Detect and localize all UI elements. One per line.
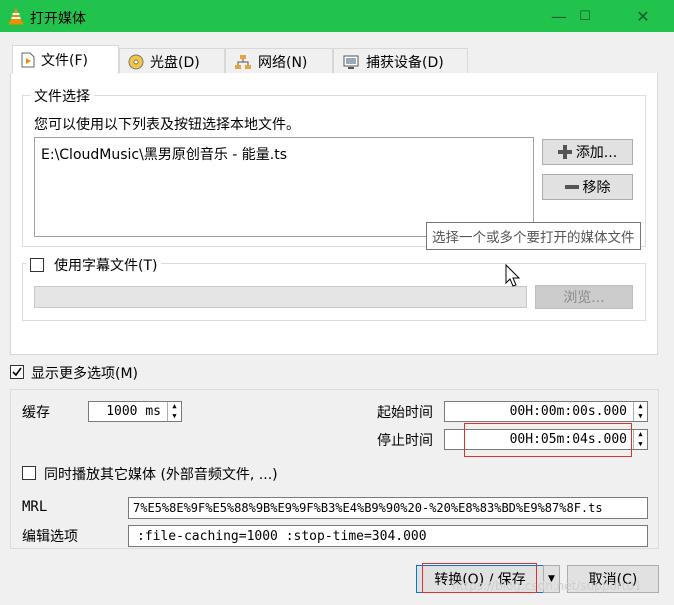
close-button[interactable]: ✕: [620, 0, 666, 32]
mouse-cursor-icon: [505, 264, 521, 287]
tab-capture-device[interactable]: 捕获设备(D): [333, 48, 468, 74]
start-time-value: 00H:00m:00s.000: [509, 404, 627, 419]
spin-down-icon[interactable]: ▼: [634, 440, 647, 450]
stop-time-spin-buttons[interactable]: ▲ ▼: [633, 430, 647, 449]
window-title: 打开媒体: [30, 11, 86, 27]
spin-up-icon[interactable]: ▲: [634, 402, 647, 412]
cache-value: 1000 ms: [106, 404, 161, 419]
spin-down-icon[interactable]: ▼: [634, 412, 647, 422]
tab-network-label: 网络(N): [258, 54, 308, 71]
edit-options-label: 编辑选项: [22, 529, 78, 545]
tab-file[interactable]: 文件(F): [12, 45, 119, 74]
browse-button: 浏览...: [535, 285, 633, 309]
edit-options-field[interactable]: :file-caching=1000 :stop-time=304.000: [128, 525, 648, 547]
file-list-item[interactable]: E:\CloudMusic\黑男原创音乐 - 能量.ts: [41, 144, 527, 164]
file-selection-description: 您可以使用以下列表及按钮选择本地文件。: [34, 117, 300, 133]
vlc-cone-icon: [9, 8, 23, 25]
maximize-button[interactable]: ☐: [562, 0, 608, 32]
use-subtitle-label: 使用字幕文件(T): [54, 258, 158, 274]
minus-icon: [564, 185, 579, 189]
tab-network[interactable]: 网络(N): [225, 48, 333, 74]
tooltip: 选择一个或多个要打开的媒体文件: [426, 222, 641, 250]
start-time-label: 起始时间: [377, 405, 433, 421]
cache-spinbox[interactable]: 1000 ms ▲ ▼: [88, 401, 182, 422]
tab-file-label: 文件(F): [41, 53, 88, 69]
use-subtitle-checkbox[interactable]: [30, 258, 44, 272]
stop-time-spinbox[interactable]: 00H:05m:04s.000 ▲ ▼: [444, 429, 648, 450]
capture-device-icon: [343, 55, 359, 69]
spin-up-icon[interactable]: ▲: [634, 430, 647, 440]
tab-disc[interactable]: 光盘(D): [119, 48, 225, 74]
remove-file-button-label: 移除: [582, 180, 611, 196]
disc-icon: [128, 54, 144, 69]
show-more-options-label: 显示更多选项(M): [31, 366, 139, 382]
watermark: https://blog.csdn.net/support01: [452, 579, 642, 593]
stop-time-label: 停止时间: [377, 433, 433, 449]
mrl-field[interactable]: 7%E5%8E%9F%E5%88%9B%E9%9F%B3%E4%B9%90%20…: [128, 497, 648, 519]
subtitle-legend: 使用字幕文件(T): [26, 255, 162, 275]
spin-down-icon[interactable]: ▼: [168, 412, 181, 422]
show-more-options-checkbox[interactable]: [10, 365, 24, 379]
mrl-label: MRL: [22, 499, 48, 515]
file-icon: [21, 52, 35, 68]
play-other-media-checkbox[interactable]: [22, 466, 36, 480]
plus-icon: [557, 145, 572, 159]
checkmark-icon: [12, 367, 22, 377]
file-selection-legend: 文件选择: [30, 86, 94, 106]
network-icon: [235, 54, 251, 69]
stop-time-value: 00H:05m:04s.000: [509, 432, 627, 447]
remove-file-button[interactable]: 移除: [542, 174, 633, 200]
start-time-spinbox[interactable]: 00H:00m:00s.000 ▲ ▼: [444, 401, 648, 422]
cache-label: 缓存: [22, 405, 50, 421]
tab-capture-device-label: 捕获设备(D): [366, 54, 444, 71]
add-file-button[interactable]: 添加...: [542, 139, 633, 165]
tab-disc-label: 光盘(D): [150, 54, 200, 71]
add-file-button-label: 添加...: [575, 145, 618, 161]
cache-spin-buttons[interactable]: ▲ ▼: [167, 402, 181, 421]
spin-up-icon[interactable]: ▲: [168, 402, 181, 412]
subtitle-path-input: [34, 286, 527, 308]
play-other-media-label: 同时播放其它媒体 (外部音频文件, ...): [44, 467, 278, 483]
start-time-spin-buttons[interactable]: ▲ ▼: [633, 402, 647, 421]
